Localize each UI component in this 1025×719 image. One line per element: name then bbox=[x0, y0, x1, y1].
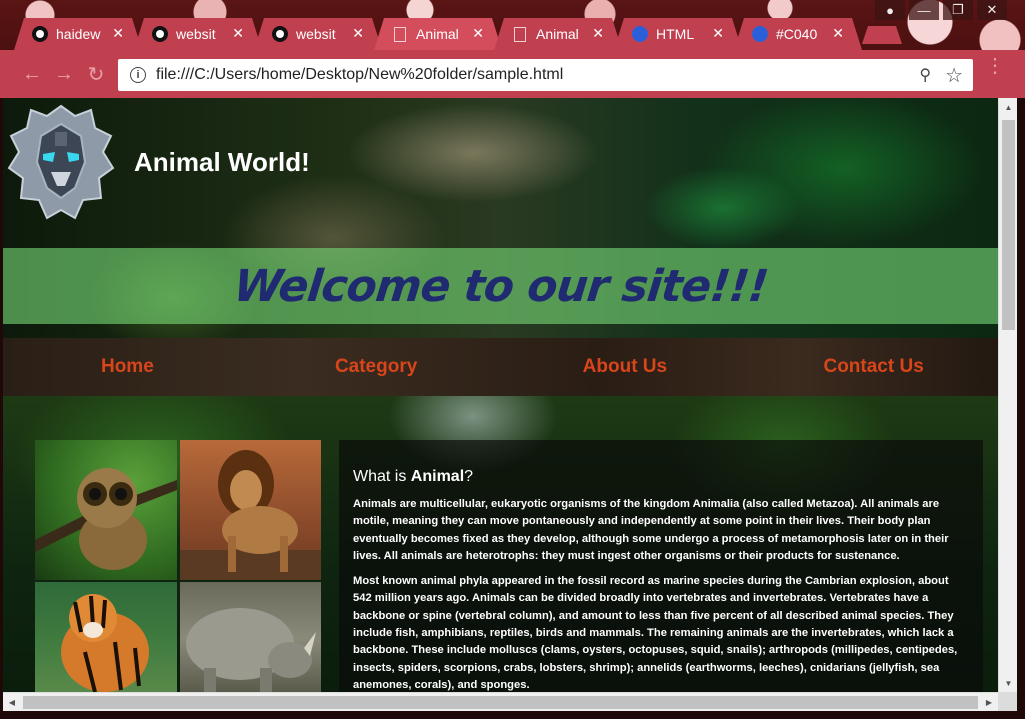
vertical-scroll-thumb[interactable] bbox=[1002, 120, 1015, 330]
tab-active[interactable]: Animal ✕ bbox=[374, 18, 502, 50]
tab[interactable]: #C040 ✕ bbox=[734, 18, 862, 50]
tarsier-photo bbox=[35, 440, 177, 580]
tab[interactable]: haidew ✕ bbox=[14, 18, 142, 50]
close-window-button[interactable]: ✕ bbox=[977, 0, 1007, 20]
tab-title: websit bbox=[296, 26, 336, 42]
codepen-icon bbox=[752, 26, 768, 42]
welcome-text: Welcome to our site!!! bbox=[231, 260, 770, 312]
back-arrow-icon[interactable]: ← bbox=[20, 62, 44, 86]
tab[interactable]: Animal ✕ bbox=[494, 18, 622, 50]
horizontal-scrollbar[interactable]: ◀ ▶ bbox=[3, 692, 998, 711]
document-icon bbox=[392, 26, 408, 42]
rhino-photo bbox=[180, 582, 321, 692]
window-border bbox=[0, 711, 1025, 719]
article-paragraph: Most known animal phyla appeared in the … bbox=[353, 575, 958, 691]
scroll-right-icon[interactable]: ▶ bbox=[980, 693, 998, 712]
scroll-down-icon[interactable]: ▼ bbox=[999, 674, 1018, 692]
site-title: Animal World! bbox=[134, 147, 310, 177]
document-icon bbox=[512, 26, 528, 42]
tab[interactable]: websit ✕ bbox=[254, 18, 382, 50]
nav-contact-us[interactable]: Contact Us bbox=[749, 338, 998, 396]
tab-close-icon[interactable]: ✕ bbox=[352, 25, 364, 42]
minimize-button[interactable]: — bbox=[909, 0, 939, 20]
codepen-icon bbox=[632, 26, 648, 42]
tab-close-icon[interactable]: ✕ bbox=[592, 25, 604, 42]
url-text[interactable]: file:///C:/Users/home/Desktop/New%20fold… bbox=[156, 66, 919, 84]
article-panel: What is Animal? Animals are multicellula… bbox=[339, 440, 983, 692]
tab-title: Animal bbox=[416, 26, 459, 42]
tab-title: HTML bbox=[656, 26, 695, 42]
tab-title: #C040 bbox=[776, 26, 818, 42]
welcome-banner: Welcome to our site!!! bbox=[3, 248, 998, 324]
lion-photo bbox=[180, 440, 321, 580]
tab-strip: haidew ✕ websit ✕ websit ✕ Animal ✕ Anim… bbox=[14, 18, 914, 50]
article-heading: What is Animal? bbox=[353, 468, 474, 485]
nav-about-us[interactable]: About Us bbox=[501, 338, 750, 396]
horizontal-scroll-thumb[interactable] bbox=[23, 696, 978, 709]
main-nav: Home Category About Us Contact Us bbox=[3, 338, 998, 396]
github-icon bbox=[152, 26, 168, 42]
tab[interactable]: websit ✕ bbox=[134, 18, 262, 50]
tab-title: websit bbox=[176, 26, 216, 42]
zoom-icon[interactable]: ⚲ bbox=[919, 65, 931, 85]
tab-close-icon[interactable]: ✕ bbox=[832, 25, 844, 42]
scroll-up-icon[interactable]: ▲ bbox=[999, 98, 1018, 116]
maximize-button[interactable]: ❐ bbox=[943, 0, 973, 20]
tab-close-icon[interactable]: ✕ bbox=[112, 25, 124, 42]
browser-chrome: ● — ❐ ✕ haidew ✕ websit ✕ websit ✕ Anima… bbox=[0, 0, 1025, 98]
tiger-photo bbox=[35, 582, 177, 692]
article-paragraph: Animals are multicellular, eukaryotic or… bbox=[353, 498, 949, 562]
window-border bbox=[1017, 98, 1025, 719]
tab-close-icon[interactable]: ✕ bbox=[472, 25, 484, 42]
new-tab-button[interactable] bbox=[862, 26, 902, 44]
lion-logo-icon bbox=[7, 104, 115, 220]
profile-button[interactable]: ● bbox=[875, 0, 905, 20]
tab-close-icon[interactable]: ✕ bbox=[232, 25, 244, 42]
github-icon bbox=[32, 26, 48, 42]
scroll-corner bbox=[998, 692, 1017, 711]
menu-dots-icon[interactable]: ⋮ bbox=[985, 56, 1005, 76]
tab-title: Animal bbox=[536, 26, 579, 42]
info-icon[interactable]: i bbox=[130, 67, 146, 83]
nav-category[interactable]: Category bbox=[252, 338, 501, 396]
window-controls: ● — ❐ ✕ bbox=[875, 0, 1007, 20]
forward-arrow-icon[interactable]: → bbox=[52, 62, 76, 86]
tab-close-icon[interactable]: ✕ bbox=[712, 25, 724, 42]
github-icon bbox=[272, 26, 288, 42]
tab[interactable]: HTML ✕ bbox=[614, 18, 742, 50]
page-viewport: Animal World! Welcome to our site!!! Hom… bbox=[3, 98, 998, 692]
tab-title: haidew bbox=[56, 26, 101, 42]
animal-gallery bbox=[35, 440, 321, 692]
address-bar[interactable]: i file:///C:/Users/home/Desktop/New%20fo… bbox=[118, 59, 973, 91]
site-header: Animal World! Welcome to our site!!! bbox=[3, 98, 998, 338]
nav-home[interactable]: Home bbox=[3, 338, 252, 396]
reload-icon[interactable]: ↻ bbox=[84, 62, 108, 86]
bookmark-star-icon[interactable]: ☆ bbox=[945, 63, 963, 88]
scroll-left-icon[interactable]: ◀ bbox=[3, 693, 21, 712]
browser-toolbar: ← → ↻ i file:///C:/Users/home/Desktop/Ne… bbox=[0, 50, 1025, 98]
vertical-scrollbar[interactable]: ▲ ▼ bbox=[998, 98, 1017, 692]
